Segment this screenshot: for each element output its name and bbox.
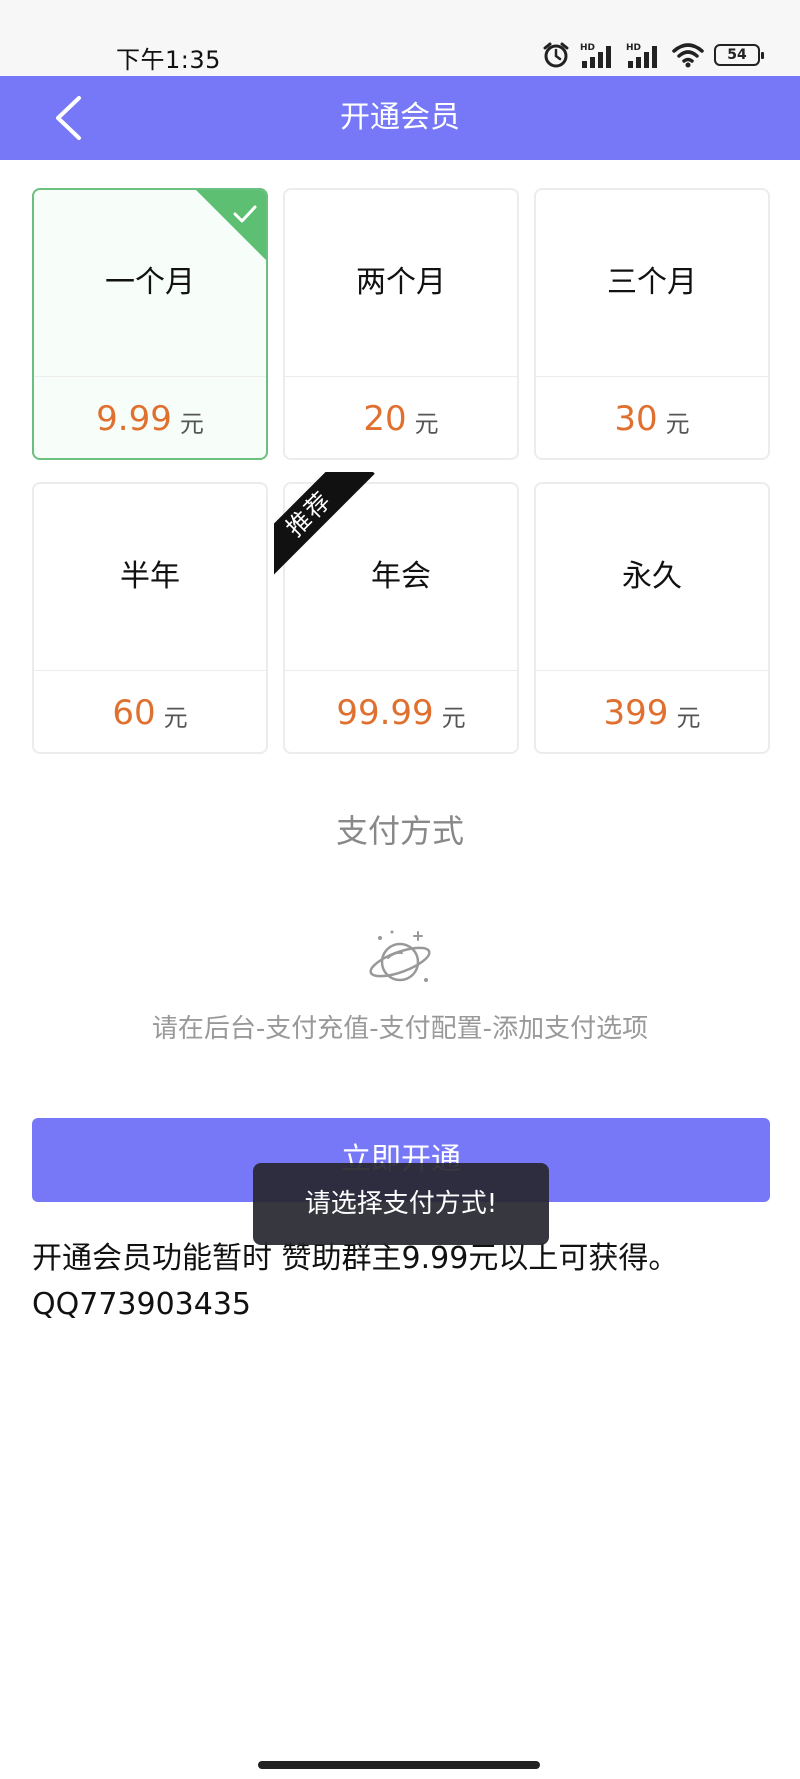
plan-currency: 元 bbox=[665, 410, 690, 438]
plan-price: 60 bbox=[112, 692, 156, 733]
plan-currency: 元 bbox=[414, 410, 439, 438]
plan-currency: 元 bbox=[676, 704, 701, 732]
selected-corner bbox=[196, 190, 266, 260]
check-icon bbox=[233, 205, 257, 223]
plan-currency: 元 bbox=[179, 410, 204, 438]
plan-card-three-months[interactable]: 三个月 30 元 bbox=[534, 188, 770, 460]
plan-price: 99.99 bbox=[336, 692, 434, 733]
plan-name: 三个月 bbox=[607, 265, 697, 300]
recommended-ribbon: 推荐 bbox=[274, 472, 378, 576]
svg-text:HD: HD bbox=[580, 43, 595, 53]
wifi-icon bbox=[672, 43, 704, 68]
planet-icon bbox=[369, 930, 431, 982]
toast-message: 请选择支付方式! bbox=[253, 1163, 549, 1245]
page-title: 开通会员 bbox=[340, 100, 460, 135]
signal-hd-icon: HD bbox=[580, 43, 611, 68]
plan-price: 30 bbox=[614, 398, 658, 439]
plan-price-row: 9.99 元 bbox=[34, 377, 266, 458]
plan-price-row: 60 元 bbox=[34, 671, 266, 752]
status-bar: 下午1:35 HD HD 54 bbox=[0, 0, 800, 76]
home-indicator[interactable] bbox=[258, 1761, 540, 1769]
plan-price-row: 399 元 bbox=[536, 671, 768, 752]
battery-level: 54 bbox=[727, 47, 747, 63]
plan-price: 9.99 bbox=[96, 398, 172, 439]
plan-card-half-year[interactable]: 半年 60 元 bbox=[32, 482, 268, 754]
plan-price: 20 bbox=[363, 398, 407, 439]
plan-price: 399 bbox=[603, 692, 669, 733]
plan-name: 半年 bbox=[120, 559, 180, 594]
status-time: 下午1:35 bbox=[116, 46, 221, 74]
plan-card-two-months[interactable]: 两个月 20 元 bbox=[283, 188, 519, 460]
status-icons: HD HD 54 bbox=[542, 38, 764, 72]
plan-price-row: 99.99 元 bbox=[285, 671, 517, 752]
header-bar: 开通会员 bbox=[0, 76, 800, 160]
alarm-icon bbox=[543, 42, 569, 68]
plan-name: 两个月 bbox=[356, 265, 446, 300]
plan-currency: 元 bbox=[441, 704, 466, 732]
membership-notice: 开通会员功能暂时 赞助群主9.99元以上可获得。 QQ773903435 bbox=[32, 1236, 772, 1328]
recommended-badge: 推荐 bbox=[274, 472, 375, 576]
signal-hd-icon: HD bbox=[626, 43, 657, 68]
plan-price-row: 20 元 bbox=[285, 377, 517, 458]
payment-method-title: 支付方式 bbox=[335, 812, 464, 850]
plan-card-lifetime[interactable]: 永久 399 元 bbox=[534, 482, 770, 754]
notice-contact: QQ773903435 bbox=[32, 1287, 252, 1322]
plan-currency: 元 bbox=[163, 704, 188, 732]
plan-card-one-month[interactable]: 一个月 9.99 元 bbox=[32, 188, 268, 460]
payment-hint: 请在后台-支付充值-支付配置-添加支付选项 bbox=[151, 1014, 649, 1044]
plan-name: 永久 bbox=[622, 559, 682, 594]
svg-text:HD: HD bbox=[626, 43, 641, 53]
plan-price-row: 30 元 bbox=[536, 377, 768, 458]
battery-icon: 54 bbox=[714, 44, 764, 66]
